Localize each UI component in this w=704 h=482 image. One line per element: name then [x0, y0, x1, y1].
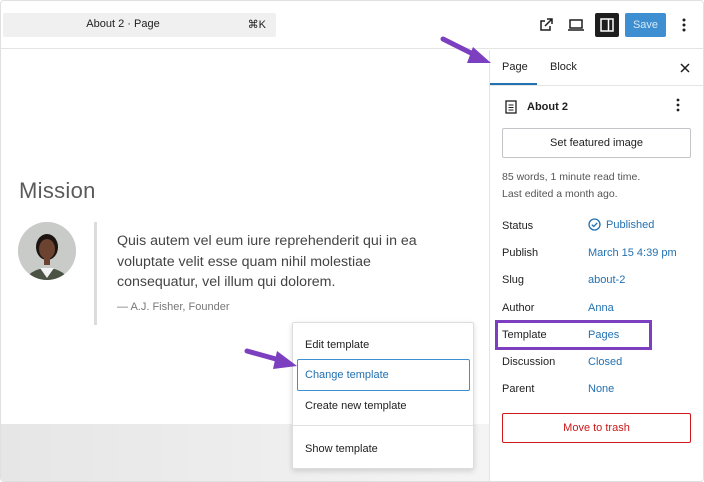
status-value[interactable]: Published	[588, 218, 654, 231]
slug-label: Slug	[502, 274, 525, 286]
tab-page[interactable]: Page	[502, 61, 528, 73]
tab-block[interactable]: Block	[550, 61, 577, 73]
desktop-preview-icon[interactable]	[564, 13, 588, 37]
publish-label: Publish	[502, 247, 539, 259]
quote-line: Quis autem vel eum iure reprehenderit qu…	[117, 233, 417, 249]
editor-window: About 2 · Page ⌘K Save Mission Quis aute…	[0, 0, 704, 482]
page-icon	[505, 100, 517, 119]
active-tab-indicator	[490, 83, 537, 85]
discussion-value[interactable]: Closed	[588, 356, 622, 368]
discussion-label: Discussion	[502, 356, 556, 368]
arrow-to-change-template-icon	[244, 348, 297, 369]
quote-line: voluptate velit esse quam nihil molestia…	[117, 253, 371, 270]
parent-value[interactable]: None	[588, 383, 614, 395]
pullquote-text[interactable]: Quis autem vel eum iure reprehenderit qu…	[117, 231, 447, 293]
publish-date[interactable]: March 15 4:39 pm	[588, 247, 677, 259]
sidebar-toggle-icon[interactable]	[595, 13, 619, 37]
menu-divider	[293, 425, 473, 426]
word-count: 85 words, 1 minute read time.	[502, 171, 641, 183]
mission-heading[interactable]: Mission	[19, 178, 96, 204]
create-template-item[interactable]: Create new template	[305, 400, 407, 412]
external-link-icon[interactable]	[534, 13, 558, 37]
top-toolbar: About 2 · Page ⌘K Save	[1, 1, 703, 49]
save-button[interactable]: Save	[625, 13, 666, 37]
last-edited: Last edited a month ago.	[502, 188, 618, 200]
published-check-icon	[588, 218, 601, 231]
status-text: Published	[606, 218, 655, 231]
set-featured-image-button[interactable]: Set featured image	[502, 128, 691, 158]
options-icon[interactable]	[672, 13, 696, 37]
settings-sidebar: Page Block About 2 Set featured image 85…	[489, 50, 703, 481]
change-template-item[interactable]: Change template	[297, 359, 470, 391]
more-actions-icon[interactable]	[676, 98, 680, 117]
quote-citation[interactable]: — A.J. Fisher, Founder	[117, 301, 230, 313]
template-menu: Edit template Change template Create new…	[292, 322, 474, 469]
avatar	[18, 222, 76, 280]
template-value[interactable]: Pages	[588, 329, 619, 341]
author-label: Author	[502, 302, 535, 314]
document-name: About 2	[527, 101, 568, 113]
author-value[interactable]: Anna	[588, 302, 614, 314]
template-label: Template	[502, 329, 547, 341]
arrow-to-page-tab-icon	[440, 36, 491, 63]
close-icon[interactable]	[676, 59, 694, 77]
document-title: About 2 · Page	[86, 18, 160, 30]
command-shortcut: ⌘K	[247, 19, 266, 31]
quote-line: consequatur, vel illum qui dolorem.	[117, 274, 336, 290]
move-to-trash-button[interactable]: Move to trash	[502, 413, 691, 443]
edit-template-item[interactable]: Edit template	[305, 339, 369, 351]
quote-border	[94, 222, 97, 325]
slug-value[interactable]: about-2	[588, 274, 625, 286]
document-bar[interactable]: About 2 · Page ⌘K	[3, 13, 276, 37]
sidebar-tabs: Page Block	[490, 50, 703, 86]
status-label: Status	[502, 220, 534, 232]
parent-label: Parent	[502, 383, 535, 395]
show-template-item[interactable]: Show template	[305, 443, 378, 455]
